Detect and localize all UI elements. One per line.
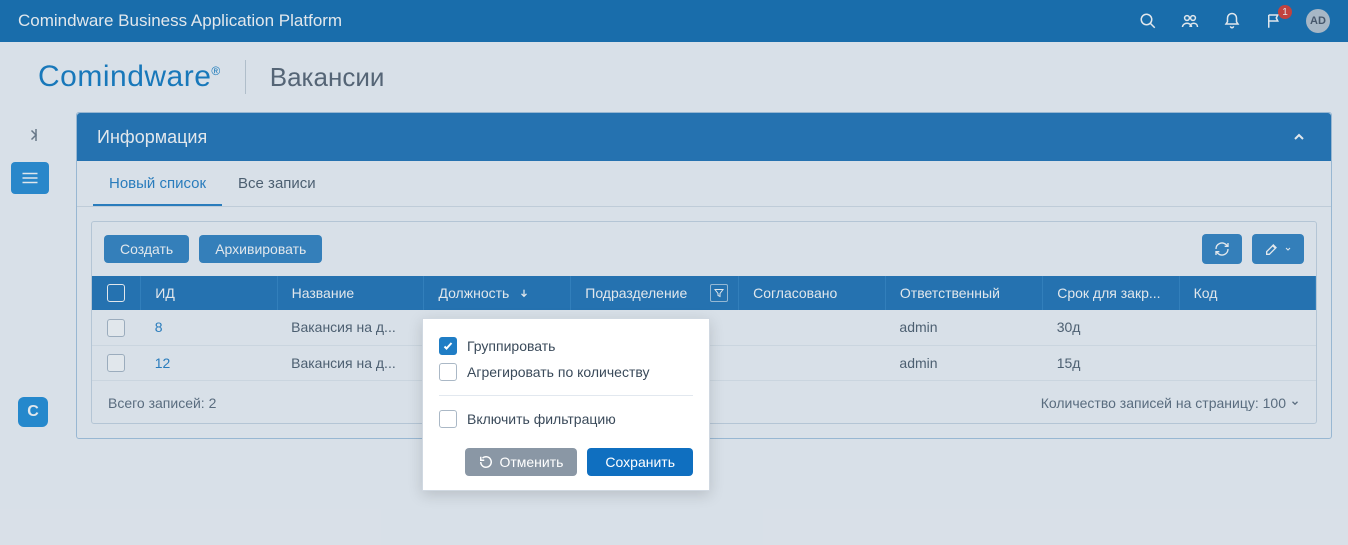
- archive-button[interactable]: Архивировать: [199, 235, 322, 263]
- row-owner: admin: [885, 310, 1042, 345]
- row-title: Вакансия на д...: [277, 345, 424, 380]
- column-owner[interactable]: Ответственный: [885, 276, 1042, 310]
- tab-all-records[interactable]: Все записи: [222, 161, 332, 206]
- column-id[interactable]: ИД: [141, 276, 277, 310]
- row-checkbox[interactable]: [107, 354, 125, 372]
- save-button[interactable]: Сохранить: [587, 448, 693, 476]
- page-title: Вакансии: [270, 62, 385, 93]
- divider: [245, 60, 246, 94]
- column-title[interactable]: Название: [277, 276, 424, 310]
- logo: Comindware®: [38, 60, 221, 94]
- create-button[interactable]: Создать: [104, 235, 189, 263]
- panel-title: Информация: [97, 127, 207, 148]
- column-deadline[interactable]: Срок для закр...: [1043, 276, 1179, 310]
- option-filter-label: Включить фильтрацию: [467, 411, 616, 427]
- column-position[interactable]: Должность: [424, 276, 571, 310]
- row-deadline: 15д: [1043, 345, 1179, 380]
- option-group-label: Группировать: [467, 338, 555, 354]
- filter-icon[interactable]: [710, 284, 728, 302]
- column-code[interactable]: Код: [1179, 276, 1315, 310]
- row-owner: admin: [885, 345, 1042, 380]
- edit-view-button[interactable]: [1252, 234, 1304, 264]
- column-department[interactable]: Подразделение: [571, 276, 739, 310]
- row-deadline: 30д: [1043, 310, 1179, 345]
- checkbox-filter[interactable]: [439, 410, 457, 428]
- checkbox-aggregate[interactable]: [439, 363, 457, 381]
- panel-collapse-button[interactable]: [1287, 125, 1311, 149]
- bell-icon[interactable]: [1222, 11, 1242, 31]
- app-title: Comindware Business Application Platform: [18, 11, 1138, 31]
- avatar[interactable]: AD: [1306, 9, 1330, 33]
- row-title: Вакансия на д...: [277, 310, 424, 345]
- comindware-icon[interactable]: C: [18, 397, 48, 427]
- tab-new-list[interactable]: Новый список: [93, 161, 222, 206]
- menu-button[interactable]: [11, 162, 49, 194]
- row-approved: [739, 310, 886, 345]
- row-code: [1179, 310, 1315, 345]
- page-size-dropdown[interactable]: Количество записей на страницу: 100: [1041, 395, 1300, 411]
- refresh-button[interactable]: [1202, 234, 1242, 264]
- column-approved[interactable]: Согласовано: [739, 276, 886, 310]
- people-icon[interactable]: [1180, 11, 1200, 31]
- row-code: [1179, 345, 1315, 380]
- row-checkbox[interactable]: [107, 319, 125, 337]
- collapse-sidebar-button[interactable]: [13, 120, 47, 150]
- column-select-all[interactable]: [92, 276, 141, 310]
- checkbox-group[interactable]: [439, 337, 457, 355]
- cancel-button[interactable]: Отменить: [465, 448, 577, 476]
- row-approved: [739, 345, 886, 380]
- row-id-link[interactable]: 8: [141, 310, 277, 345]
- search-icon[interactable]: [1138, 11, 1158, 31]
- row-id-link[interactable]: 12: [141, 345, 277, 380]
- option-aggregate-label: Агрегировать по количеству: [467, 364, 650, 380]
- sort-desc-icon: [519, 285, 529, 301]
- notification-badge: 1: [1278, 5, 1292, 19]
- flag-icon[interactable]: 1: [1264, 11, 1284, 31]
- column-options-popup: Группировать Агрегировать по количеству …: [422, 318, 710, 491]
